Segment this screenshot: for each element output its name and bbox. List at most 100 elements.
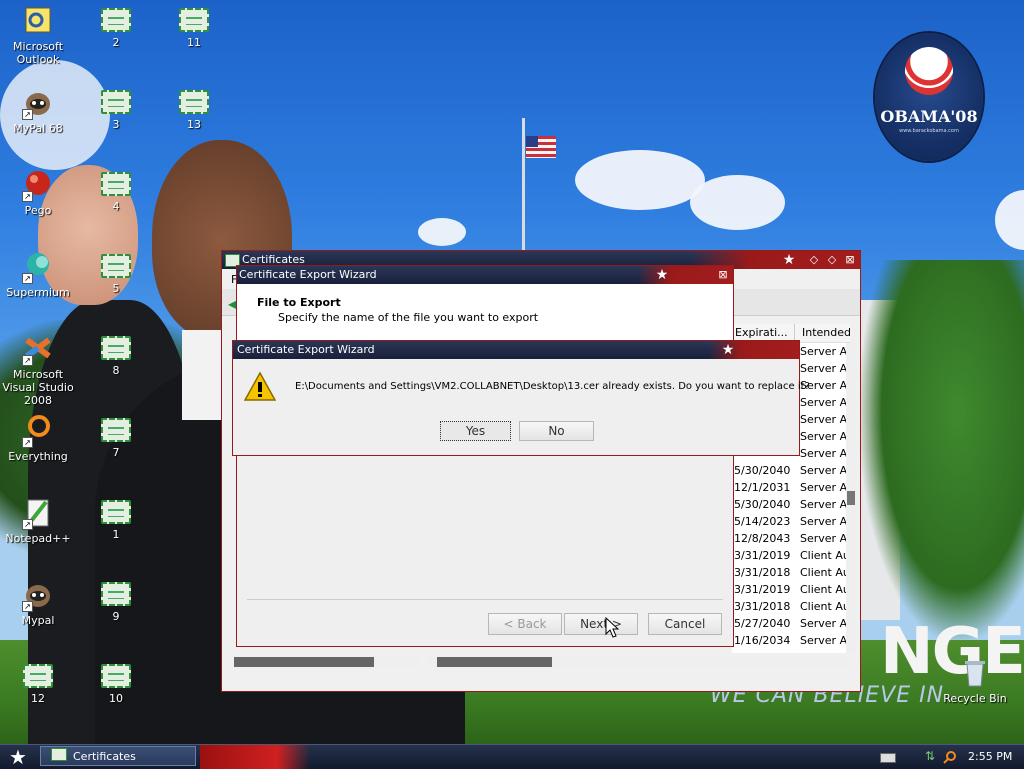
desktop-icon-cert-11[interactable]: 11 <box>157 4 231 49</box>
certificate-file-icon <box>101 500 131 524</box>
expiration-cell: 3/31/2019 <box>734 583 791 596</box>
keyboard-icon[interactable] <box>880 753 896 763</box>
vertical-scrollbar[interactable] <box>846 343 856 653</box>
desktop-icon-cert-3[interactable]: 3 <box>79 86 153 131</box>
desktop-icon-pego[interactable]: ↗ Pego <box>1 168 75 217</box>
us-flag-icon <box>526 136 556 158</box>
campaign-logo-icon <box>905 47 953 95</box>
separator <box>247 599 723 600</box>
cloud <box>995 190 1024 250</box>
table-row[interactable]: 3/31/2018 Client Aut <box>732 564 850 581</box>
dialog-message: E:\Documents and Settings\VM2.COLLABNET\… <box>295 381 810 392</box>
desktop-icon-cert-13[interactable]: 13 <box>157 86 231 131</box>
mypal-icon: ↗ <box>22 86 54 120</box>
table-row[interactable]: 3/31/2019 Client Aut <box>732 547 850 564</box>
cancel-button[interactable]: Cancel <box>648 613 722 635</box>
certificate-file-icon <box>101 172 131 196</box>
desktop-icon-cert-9[interactable]: 9 <box>79 578 153 623</box>
minimize-icon[interactable]: ◇ <box>807 253 821 267</box>
logo-text: OBAMA'08 <box>880 107 978 126</box>
expiration-cell: 3/31/2018 <box>734 566 791 579</box>
cloud <box>690 175 785 230</box>
expiration-cell: 5/30/2040 <box>734 464 791 477</box>
desktop-icon-mypal[interactable]: ↗ Mypal <box>1 578 75 627</box>
no-button[interactable]: No <box>519 421 594 441</box>
desktop-icon-cert-12[interactable]: 12 <box>1 660 75 705</box>
scrollbar-thumb[interactable] <box>234 657 374 667</box>
desktop-icon-recycle-bin[interactable]: Recycle Bin <box>938 656 1012 705</box>
column-header-intended[interactable]: Intended <box>802 326 851 339</box>
icon-label: Notepad++ <box>5 532 71 545</box>
horizontal-scrollbar[interactable] <box>427 656 847 668</box>
desktop-icon-mypal68[interactable]: ↗ MyPal 68 <box>1 86 75 135</box>
shortcut-arrow-icon: ↗ <box>22 437 33 448</box>
start-button[interactable]: ★ <box>0 745 36 769</box>
column-header-expiration[interactable]: Expirati... <box>735 326 788 339</box>
intended-purpose-cell: Server Au <box>800 634 850 647</box>
table-row[interactable]: 3/31/2018 Client Aut <box>732 598 850 615</box>
table-row[interactable]: 12/1/2031 Server Au <box>732 479 850 496</box>
icon-label: MyPal 68 <box>13 122 63 135</box>
next-button[interactable]: Next > <box>564 613 638 635</box>
campaign-logo: OBAMA'08 www.barackobama.com <box>875 33 983 161</box>
desktop-icon-cert-5[interactable]: 5 <box>79 250 153 295</box>
confirm-dialog-titlebar[interactable]: Certificate Export Wizard ★ <box>233 341 799 359</box>
trees <box>860 260 1024 640</box>
network-icon[interactable]: ⇅ <box>925 750 939 762</box>
desktop-icon-cert-7[interactable]: 7 <box>79 414 153 459</box>
icon-label: 2 <box>112 36 120 49</box>
window-title: Certificate Export Wizard <box>239 268 377 281</box>
table-row[interactable]: 1/16/2034 Server Au <box>732 632 850 649</box>
certificate-file-icon <box>179 8 209 32</box>
star-icon: ★ <box>721 342 735 358</box>
intended-purpose-cell: Server Au <box>800 617 850 630</box>
search-icon[interactable] <box>943 750 957 764</box>
desktop-icon-cert-1[interactable]: 1 <box>79 496 153 541</box>
taskbar-item-label: Certificates <box>73 750 136 763</box>
desktop-icon-visual-studio[interactable]: ↗ Microsoft Visual Studio 2008 <box>1 332 75 407</box>
table-row[interactable]: 12/8/2043 Server Au <box>732 530 850 547</box>
table-row[interactable]: 5/14/2023 Server Au <box>732 513 850 530</box>
certificate-file-icon <box>101 582 131 606</box>
scrollbar-thumb[interactable] <box>437 657 552 667</box>
table-row[interactable]: 3/31/2019 Client Aut <box>732 581 850 598</box>
system-clock[interactable]: 2:55 PM <box>968 745 1012 769</box>
yes-button[interactable]: Yes <box>440 421 511 441</box>
scrollbar-thumb[interactable] <box>847 491 855 505</box>
table-row[interactable]: 5/27/2040 Server Au <box>732 615 850 632</box>
desktop-icon-cert-4[interactable]: 4 <box>79 168 153 213</box>
desktop-icon-cert-8[interactable]: 8 <box>79 332 153 377</box>
expiration-cell: 12/1/2031 <box>734 481 791 494</box>
mouse-cursor-icon <box>605 616 620 642</box>
desktop-icon-notepadpp[interactable]: ↗ Notepad++ <box>1 496 75 545</box>
desktop-icon-everything[interactable]: ↗ Everything <box>1 414 75 463</box>
desktop-icon-cert-10[interactable]: 10 <box>79 660 153 705</box>
star-icon: ★ <box>782 252 796 268</box>
taskbar-item-certificates[interactable]: Certificates <box>40 746 196 766</box>
desktop-icon-outlook[interactable]: Microsoft Outlook <box>1 4 75 66</box>
table-row[interactable]: 5/30/2040 Server Au <box>732 462 850 479</box>
dialog-title: Certificate Export Wizard <box>237 343 375 356</box>
intended-purpose-cell: Server Au <box>800 413 850 426</box>
certificate-file-icon <box>101 8 131 32</box>
icon-label: 9 <box>112 610 120 623</box>
desktop-icon-cert-2[interactable]: 2 <box>79 4 153 49</box>
expiration-cell: 3/31/2018 <box>734 600 791 613</box>
expiration-cell: 3/31/2019 <box>734 549 791 562</box>
close-icon[interactable]: ⊠ <box>716 268 730 282</box>
icon-label: 1 <box>112 528 120 541</box>
expiration-cell: 1/16/2034 <box>734 634 791 647</box>
intended-purpose-cell: Server Au <box>800 532 850 545</box>
certificate-file-icon <box>101 664 131 688</box>
table-row[interactable]: 5/30/2040 Server Au <box>732 496 850 513</box>
icon-label: Microsoft Outlook <box>12 40 64 66</box>
export-wizard-titlebar[interactable]: Certificate Export Wizard ★ ⊠ <box>237 266 733 284</box>
back-button[interactable]: < Back <box>488 613 562 635</box>
close-icon[interactable]: ⊠ <box>843 253 857 267</box>
horizontal-scrollbar[interactable] <box>234 656 419 668</box>
mypal-icon: ↗ <box>22 578 54 612</box>
intended-purpose-cell: Server Au <box>800 345 850 358</box>
desktop-icon-supermium[interactable]: ↗ Supermium <box>1 250 75 299</box>
icon-label: 3 <box>112 118 120 131</box>
maximize-icon[interactable]: ◇ <box>825 253 839 267</box>
